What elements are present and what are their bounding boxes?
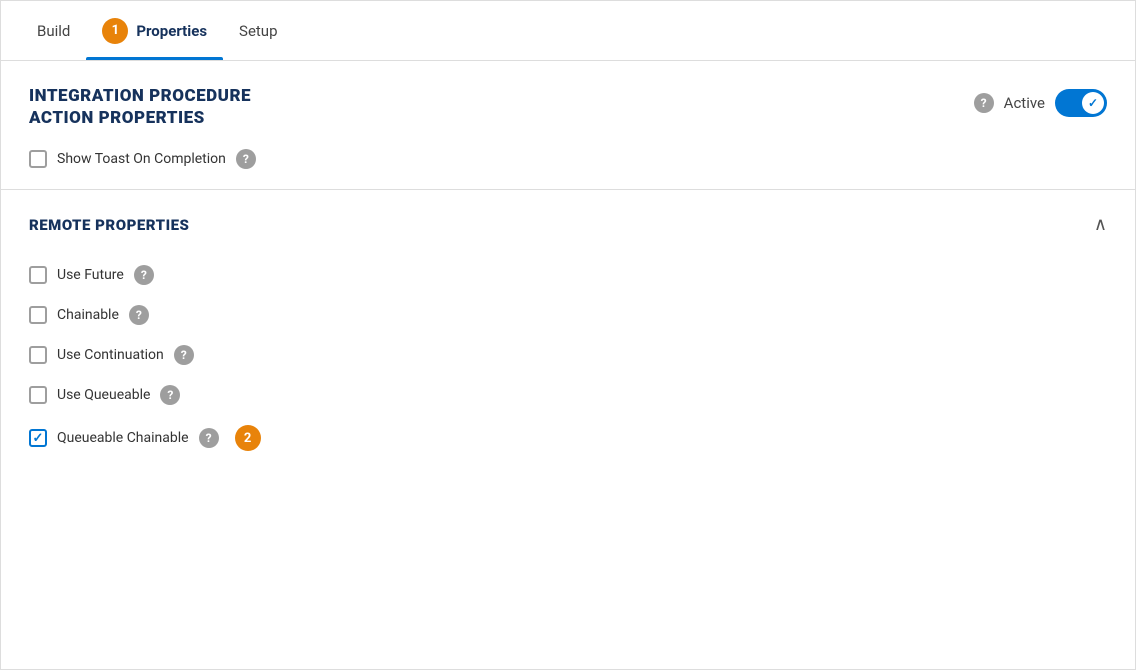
remote-options: Use Future ? Chainable ? Use Conti xyxy=(29,255,1107,451)
tab-build-label: Build xyxy=(37,22,70,40)
active-toggle[interactable]: ✓ xyxy=(1055,89,1107,117)
queueable-chainable-help-icon[interactable]: ? xyxy=(199,428,219,448)
use-future-checkbox[interactable] xyxy=(29,266,47,284)
queueable-chainable-checkmark: ✓ xyxy=(33,432,44,445)
step-badge-2: 2 xyxy=(235,425,261,451)
active-help-icon[interactable]: ? xyxy=(974,93,994,113)
toggle-track: ✓ xyxy=(1055,89,1107,117)
collapse-icon[interactable]: ∧ xyxy=(1094,214,1107,235)
use-queueable-help-icon[interactable]: ? xyxy=(160,385,180,405)
tab-properties-label: Properties xyxy=(136,22,207,40)
use-continuation-checkbox[interactable] xyxy=(29,346,47,364)
use-continuation-help-icon[interactable]: ? xyxy=(174,345,194,365)
remote-section: REMOTE PROPERTIES ∧ Use Future ? Chainab… xyxy=(1,190,1135,471)
chainable-label: Chainable xyxy=(57,307,119,323)
chainable-help-icon[interactable]: ? xyxy=(129,305,149,325)
show-toast-row: Show Toast On Completion ? xyxy=(29,149,1107,169)
use-queueable-checkbox[interactable] xyxy=(29,386,47,404)
active-label: Active xyxy=(1004,94,1045,112)
step-badge-1: 1 xyxy=(102,18,128,44)
show-toast-help-icon[interactable]: ? xyxy=(236,149,256,169)
use-future-row: Use Future ? xyxy=(29,265,1107,285)
queueable-chainable-checkbox[interactable]: ✓ xyxy=(29,429,47,447)
chainable-checkbox[interactable] xyxy=(29,306,47,324)
tab-setup-label: Setup xyxy=(239,22,277,40)
tab-properties[interactable]: 1 Properties xyxy=(86,1,223,60)
content-area: INTEGRATION PROCEDURE ACTION PROPERTIES … xyxy=(1,61,1135,669)
toggle-checkmark: ✓ xyxy=(1088,96,1098,110)
tab-bar: Build 1 Properties Setup xyxy=(1,1,1135,61)
show-toast-checkbox[interactable] xyxy=(29,150,47,168)
active-row: ? Active ✓ xyxy=(974,89,1107,117)
use-continuation-label: Use Continuation xyxy=(57,347,164,363)
queueable-chainable-label: Queueable Chainable xyxy=(57,430,189,446)
queueable-chainable-row: ✓ Queueable Chainable ? 2 xyxy=(29,425,1107,451)
remote-section-header: REMOTE PROPERTIES ∧ xyxy=(29,214,1107,235)
chainable-row: Chainable ? xyxy=(29,305,1107,325)
tab-build[interactable]: Build xyxy=(21,1,86,60)
use-queueable-row: Use Queueable ? xyxy=(29,385,1107,405)
ipa-header-row: INTEGRATION PROCEDURE ACTION PROPERTIES … xyxy=(29,85,1107,129)
use-future-label: Use Future xyxy=(57,267,124,283)
use-future-help-icon[interactable]: ? xyxy=(134,265,154,285)
ipa-section-title: INTEGRATION PROCEDURE ACTION PROPERTIES xyxy=(29,85,251,129)
toggle-thumb: ✓ xyxy=(1082,92,1104,114)
ipa-section: INTEGRATION PROCEDURE ACTION PROPERTIES … xyxy=(1,61,1135,190)
use-queueable-label: Use Queueable xyxy=(57,387,150,403)
remote-section-title: REMOTE PROPERTIES xyxy=(29,216,189,234)
use-continuation-row: Use Continuation ? xyxy=(29,345,1107,365)
show-toast-label: Show Toast On Completion xyxy=(57,151,226,167)
page-wrapper: Build 1 Properties Setup INTEGRATION PRO… xyxy=(0,0,1136,670)
tab-setup[interactable]: Setup xyxy=(223,1,293,60)
